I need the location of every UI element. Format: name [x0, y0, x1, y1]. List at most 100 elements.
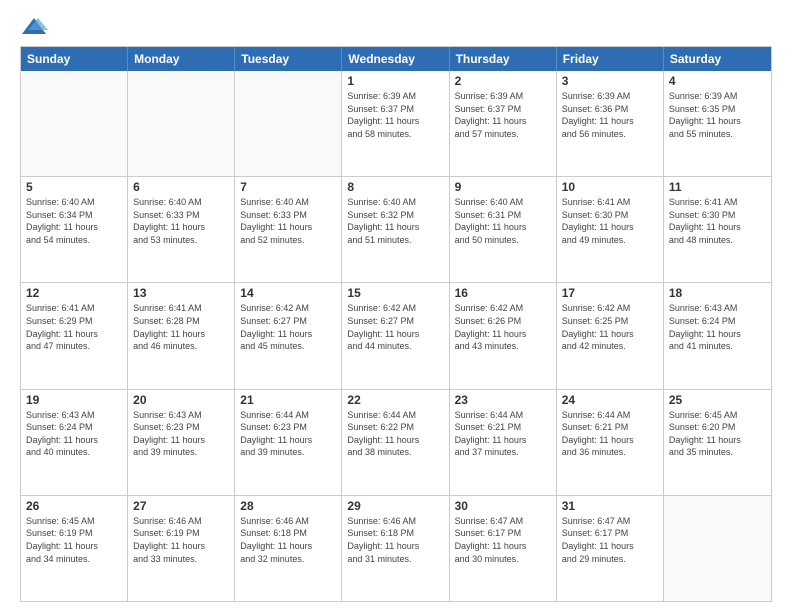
day-number: 17 [562, 286, 658, 300]
cell-info: Sunrise: 6:46 AM Sunset: 6:18 PM Dayligh… [240, 515, 336, 565]
calendar: SundayMondayTuesdayWednesdayThursdayFrid… [20, 46, 772, 602]
cal-cell-2-0: 12Sunrise: 6:41 AM Sunset: 6:29 PM Dayli… [21, 283, 128, 388]
cell-info: Sunrise: 6:43 AM Sunset: 6:23 PM Dayligh… [133, 409, 229, 459]
cal-cell-4-3: 29 Sunrise: 6:46 AM Sunset: 6:18 PM Dayli… [342, 496, 449, 601]
weekday-header-monday: Monday [128, 47, 235, 71]
cell-info: Sunrise: 6:42 AM Sunset: 6:27 PM Dayligh… [347, 302, 443, 352]
day-number: 6 [133, 180, 229, 194]
calendar-row-0: 1Sunrise: 6:39 AM Sunset: 6:37 PM Daylig… [21, 71, 771, 177]
calendar-row-3: 19Sunrise: 6:43 AM Sunset: 6:24 PM Dayli… [21, 390, 771, 496]
weekday-header-friday: Friday [557, 47, 664, 71]
cal-cell-3-6: 25 Sunrise: 6:45 AM Sunset: 6:20 PM Dayli… [664, 390, 771, 495]
weekday-header-thursday: Thursday [450, 47, 557, 71]
cal-cell-1-3: 8Sunrise: 6:40 AM Sunset: 6:32 PM Daylig… [342, 177, 449, 282]
cell-info: Sunrise: 6:43 AM Sunset: 6:24 PM Dayligh… [669, 302, 766, 352]
cell-info: Sunrise: 6:40 AM Sunset: 6:31 PM Dayligh… [455, 196, 551, 246]
cell-info: Sunrise: 6:45 AM Sunset: 6:19 PM Dayligh… [26, 515, 122, 565]
logo [20, 16, 52, 38]
calendar-row-4: 26 Sunrise: 6:45 AM Sunset: 6:19 PM Dayli… [21, 496, 771, 601]
cal-cell-0-2 [235, 71, 342, 176]
cal-cell-3-3: 22 Sunrise: 6:44 AM Sunset: 6:22 PM Dayli… [342, 390, 449, 495]
day-number: 12 [26, 286, 122, 300]
cell-info: Sunrise: 6:39 AM Sunset: 6:37 PM Dayligh… [347, 90, 443, 140]
cal-cell-2-4: 16 Sunrise: 6:42 AM Sunset: 6:26 PM Dayli… [450, 283, 557, 388]
cell-info: Sunrise: 6:44 AM Sunset: 6:23 PM Dayligh… [240, 409, 336, 459]
weekday-header-sunday: Sunday [21, 47, 128, 71]
cal-cell-1-2: 7 Sunrise: 6:40 AM Sunset: 6:33 PM Daylig… [235, 177, 342, 282]
day-number: 21 [240, 393, 336, 407]
day-number: 29 [347, 499, 443, 513]
cal-cell-1-5: 10Sunrise: 6:41 AM Sunset: 6:30 PM Dayli… [557, 177, 664, 282]
calendar-row-1: 5Sunrise: 6:40 AM Sunset: 6:34 PM Daylig… [21, 177, 771, 283]
day-number: 13 [133, 286, 229, 300]
day-number: 22 [347, 393, 443, 407]
day-number: 25 [669, 393, 766, 407]
cell-info: Sunrise: 6:43 AM Sunset: 6:24 PM Dayligh… [26, 409, 122, 459]
cal-cell-4-6 [664, 496, 771, 601]
cal-cell-1-4: 9 Sunrise: 6:40 AM Sunset: 6:31 PM Daylig… [450, 177, 557, 282]
day-number: 7 [240, 180, 336, 194]
cell-info: Sunrise: 6:42 AM Sunset: 6:25 PM Dayligh… [562, 302, 658, 352]
calendar-body: 1Sunrise: 6:39 AM Sunset: 6:37 PM Daylig… [21, 71, 771, 601]
weekday-header-wednesday: Wednesday [342, 47, 449, 71]
cell-info: Sunrise: 6:44 AM Sunset: 6:21 PM Dayligh… [562, 409, 658, 459]
cal-cell-4-0: 26 Sunrise: 6:45 AM Sunset: 6:19 PM Dayli… [21, 496, 128, 601]
day-number: 31 [562, 499, 658, 513]
day-number: 27 [133, 499, 229, 513]
calendar-header: SundayMondayTuesdayWednesdayThursdayFrid… [21, 47, 771, 71]
cell-info: Sunrise: 6:40 AM Sunset: 6:33 PM Dayligh… [133, 196, 229, 246]
cell-info: Sunrise: 6:42 AM Sunset: 6:27 PM Dayligh… [240, 302, 336, 352]
day-number: 28 [240, 499, 336, 513]
cell-info: Sunrise: 6:42 AM Sunset: 6:26 PM Dayligh… [455, 302, 551, 352]
cell-info: Sunrise: 6:40 AM Sunset: 6:33 PM Dayligh… [240, 196, 336, 246]
cell-info: Sunrise: 6:47 AM Sunset: 6:17 PM Dayligh… [562, 515, 658, 565]
cal-cell-4-5: 31 Sunrise: 6:47 AM Sunset: 6:17 PM Dayli… [557, 496, 664, 601]
day-number: 26 [26, 499, 122, 513]
cal-cell-4-1: 27 Sunrise: 6:46 AM Sunset: 6:19 PM Dayli… [128, 496, 235, 601]
cal-cell-0-3: 1Sunrise: 6:39 AM Sunset: 6:37 PM Daylig… [342, 71, 449, 176]
cal-cell-3-0: 19Sunrise: 6:43 AM Sunset: 6:24 PM Dayli… [21, 390, 128, 495]
cal-cell-2-3: 15 Sunrise: 6:42 AM Sunset: 6:27 PM Dayli… [342, 283, 449, 388]
cal-cell-1-6: 11 Sunrise: 6:41 AM Sunset: 6:30 PM Dayli… [664, 177, 771, 282]
cell-info: Sunrise: 6:44 AM Sunset: 6:22 PM Dayligh… [347, 409, 443, 459]
cal-cell-3-5: 24 Sunrise: 6:44 AM Sunset: 6:21 PM Dayli… [557, 390, 664, 495]
cell-info: Sunrise: 6:39 AM Sunset: 6:37 PM Dayligh… [455, 90, 551, 140]
day-number: 30 [455, 499, 551, 513]
cal-cell-4-2: 28 Sunrise: 6:46 AM Sunset: 6:18 PM Dayli… [235, 496, 342, 601]
day-number: 9 [455, 180, 551, 194]
cal-cell-3-1: 20 Sunrise: 6:43 AM Sunset: 6:23 PM Dayli… [128, 390, 235, 495]
day-number: 23 [455, 393, 551, 407]
cell-info: Sunrise: 6:41 AM Sunset: 6:30 PM Dayligh… [669, 196, 766, 246]
cell-info: Sunrise: 6:47 AM Sunset: 6:17 PM Dayligh… [455, 515, 551, 565]
cal-cell-0-4: 2Sunrise: 6:39 AM Sunset: 6:37 PM Daylig… [450, 71, 557, 176]
day-number: 18 [669, 286, 766, 300]
cal-cell-2-1: 13 Sunrise: 6:41 AM Sunset: 6:28 PM Dayli… [128, 283, 235, 388]
logo-icon [20, 16, 48, 38]
cell-info: Sunrise: 6:46 AM Sunset: 6:18 PM Dayligh… [347, 515, 443, 565]
day-number: 16 [455, 286, 551, 300]
cell-info: Sunrise: 6:45 AM Sunset: 6:20 PM Dayligh… [669, 409, 766, 459]
cal-cell-0-5: 3 Sunrise: 6:39 AM Sunset: 6:36 PM Daylig… [557, 71, 664, 176]
cell-info: Sunrise: 6:39 AM Sunset: 6:35 PM Dayligh… [669, 90, 766, 140]
day-number: 11 [669, 180, 766, 194]
day-number: 4 [669, 74, 766, 88]
cell-info: Sunrise: 6:46 AM Sunset: 6:19 PM Dayligh… [133, 515, 229, 565]
day-number: 24 [562, 393, 658, 407]
cell-info: Sunrise: 6:39 AM Sunset: 6:36 PM Dayligh… [562, 90, 658, 140]
cal-cell-4-4: 30 Sunrise: 6:47 AM Sunset: 6:17 PM Dayli… [450, 496, 557, 601]
day-number: 10 [562, 180, 658, 194]
day-number: 15 [347, 286, 443, 300]
day-number: 3 [562, 74, 658, 88]
day-number: 8 [347, 180, 443, 194]
day-number: 20 [133, 393, 229, 407]
cal-cell-0-1 [128, 71, 235, 176]
day-number: 14 [240, 286, 336, 300]
weekday-header-tuesday: Tuesday [235, 47, 342, 71]
cal-cell-2-2: 14 Sunrise: 6:42 AM Sunset: 6:27 PM Dayli… [235, 283, 342, 388]
calendar-row-2: 12Sunrise: 6:41 AM Sunset: 6:29 PM Dayli… [21, 283, 771, 389]
weekday-header-saturday: Saturday [664, 47, 771, 71]
day-number: 5 [26, 180, 122, 194]
cell-info: Sunrise: 6:41 AM Sunset: 6:28 PM Dayligh… [133, 302, 229, 352]
cal-cell-3-2: 21 Sunrise: 6:44 AM Sunset: 6:23 PM Dayli… [235, 390, 342, 495]
cal-cell-1-0: 5Sunrise: 6:40 AM Sunset: 6:34 PM Daylig… [21, 177, 128, 282]
